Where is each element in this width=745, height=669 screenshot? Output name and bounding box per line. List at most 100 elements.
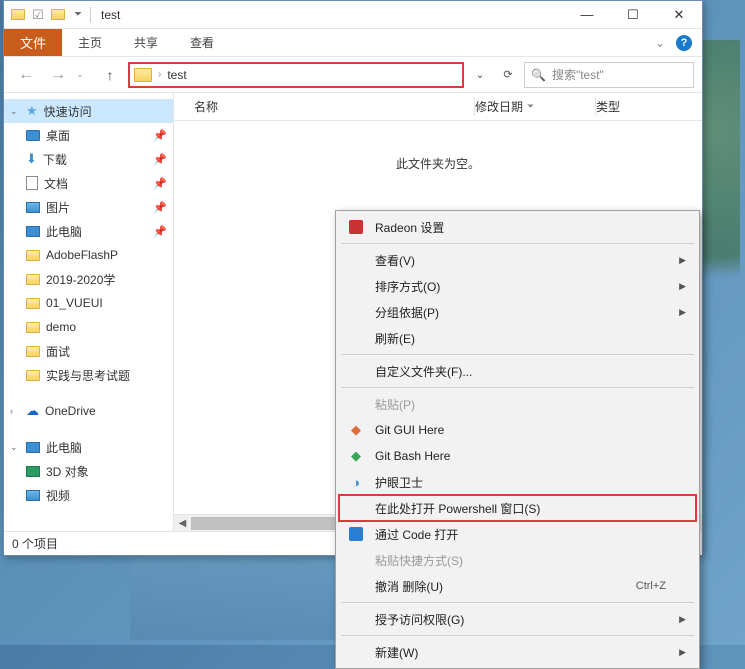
sidebar-item-OneDrive[interactable]: › OneDrive [4,399,173,423]
sidebar-item-桌面[interactable]: 桌面📌 [4,123,173,147]
sidebar-item-文档[interactable]: 文档📌 [4,171,173,195]
quick-icon [26,103,38,119]
blank-icon [347,610,365,628]
maximize-button[interactable]: ☐ [610,1,656,29]
expand-icon[interactable]: ⌄ [10,442,18,453]
breadcrumb-segment[interactable]: test [167,68,186,82]
menu-item-label: Radeon 设置 [375,219,668,236]
sidebar-item-label: OneDrive [45,404,96,418]
menu-item: 粘贴快捷方式(S) [339,547,696,573]
radeon-icon [347,218,365,236]
recent-dropdown-icon[interactable]: ⌄ [76,69,92,80]
qat-dropdown-icon[interactable] [70,7,86,23]
sidebar-item-AdobeFlashP[interactable]: AdobeFlashP [4,243,173,267]
window-controls: — ☐ ✕ [564,1,702,29]
doc-icon [26,176,38,190]
sidebar-item-实践与思考试题[interactable]: 实践与思考试题 [4,363,173,387]
menu-item-label: 通过 Code 打开 [375,526,668,543]
scroll-left-button[interactable]: ◀ [174,515,191,531]
sidebar-item-2019-2020学[interactable]: 2019-2020学 [4,267,173,291]
menu-item[interactable]: 查看(V) [339,247,696,273]
folder-icon [26,322,40,333]
pin-icon: 📌 [153,201,167,214]
menu-item[interactable]: 分组依据(P) [339,299,696,325]
sidebar-item-demo[interactable]: demo [4,315,173,339]
menu-separator [341,635,694,636]
menu-item[interactable]: Radeon 设置 [339,214,696,240]
menu-item[interactable]: 通过 Code 打开 [339,521,696,547]
sidebar-item-label: 实践与思考试题 [46,367,130,384]
menu-item[interactable]: 排序方式(O) [339,273,696,299]
ribbon-expand-icon[interactable]: ⌄ [648,29,672,56]
menu-shortcut: Ctrl+Z [636,580,666,592]
expand-icon[interactable]: ⌄ [10,106,18,117]
forward-button[interactable]: → [44,61,72,89]
column-date[interactable]: 修改日期 ⏷ [475,98,595,115]
dropdown-icon: ⏷ [527,101,534,112]
blank-icon [347,329,365,347]
sidebar-item-3D 对象[interactable]: 3D 对象 [4,459,173,483]
menu-item[interactable]: 撤消 删除(U)Ctrl+Z [339,573,696,599]
folder-icon [26,274,40,285]
menu-item[interactable]: 在此处打开 Powershell 窗口(S) [339,495,696,521]
minimize-button[interactable]: — [564,1,610,29]
address-bar[interactable]: › test [128,62,464,88]
sidebar-item-图片[interactable]: 图片📌 [4,195,173,219]
menu-item[interactable]: Git Bash Here [339,443,696,469]
tab-share[interactable]: 共享 [118,29,174,56]
sidebar-item-01_VUEUI[interactable]: 01_VUEUI [4,291,173,315]
submenu-arrow-icon [679,281,686,292]
close-button[interactable]: ✕ [656,1,702,29]
menu-item-label: 查看(V) [375,252,668,269]
menu-item[interactable]: 护眼卫士 [339,469,696,495]
vscode-icon [347,525,365,543]
chevron-right-icon[interactable]: › [158,69,161,80]
expand-icon[interactable]: › [10,406,13,416]
menu-item-label: 刷新(E) [375,330,668,347]
menu-item-label: 自定义文件夹(F)... [375,363,668,380]
help-button[interactable]: ? [672,29,696,56]
menu-item[interactable]: 自定义文件夹(F)... [339,358,696,384]
menu-item[interactable]: 刷新(E) [339,325,696,351]
help-icon: ? [676,35,692,51]
sidebar-item-面试[interactable]: 面试 [4,339,173,363]
blank-icon [347,577,365,595]
sidebar-item-label: demo [46,320,76,334]
refresh-button[interactable]: ⟳ [496,62,520,88]
menu-item[interactable]: Git GUI Here [339,417,696,443]
sidebar-item-此电脑[interactable]: 此电脑📌 [4,219,173,243]
menu-item[interactable]: 授予访问权限(G) [339,606,696,632]
tab-view[interactable]: 查看 [174,29,230,56]
empty-folder-message: 此文件夹为空。 [174,155,702,172]
menu-separator [341,354,694,355]
sidebar-item-下载[interactable]: 下载📌 [4,147,173,171]
tab-home[interactable]: 主页 [62,29,118,56]
cloud-icon [26,403,39,419]
address-dropdown-icon[interactable]: ⌄ [468,62,492,88]
navigation-pane[interactable]: ⌄快速访问桌面📌下载📌文档📌图片📌此电脑📌AdobeFlashP2019-202… [4,93,174,531]
sidebar-item-此电脑[interactable]: ⌄ 此电脑 [4,435,173,459]
blank-icon [347,303,365,321]
sidebar-item-label: AdobeFlashP [46,248,118,262]
sidebar-item-label: 快速访问 [44,103,92,120]
titlebar[interactable]: test — ☐ ✕ [4,1,702,29]
column-type[interactable]: 类型 [596,98,676,115]
sidebar-item-视频[interactable]: 视频 [4,483,173,507]
sidebar-item-label: 此电脑 [46,439,82,456]
folder-icon [10,7,26,23]
sidebar-item-label: 桌面 [46,127,70,144]
pin-icon: 📌 [153,177,167,190]
file-tab[interactable]: 文件 [4,29,62,56]
3d-icon [26,466,40,477]
properties-icon[interactable] [30,7,46,23]
column-name[interactable]: 名称 [194,98,474,115]
sidebar-item-快速访问[interactable]: ⌄ 快速访问 [4,99,173,123]
folder-icon [50,7,66,23]
menu-item[interactable]: 新建(W) [339,639,696,665]
back-button[interactable]: ← [12,61,40,89]
search-placeholder: 搜索"test" [552,66,604,83]
sidebar-item-label: 2019-2020学 [46,271,115,288]
search-input[interactable]: 搜索"test" [524,62,694,88]
up-button[interactable]: ↑ [96,61,124,89]
submenu-arrow-icon [679,647,686,658]
